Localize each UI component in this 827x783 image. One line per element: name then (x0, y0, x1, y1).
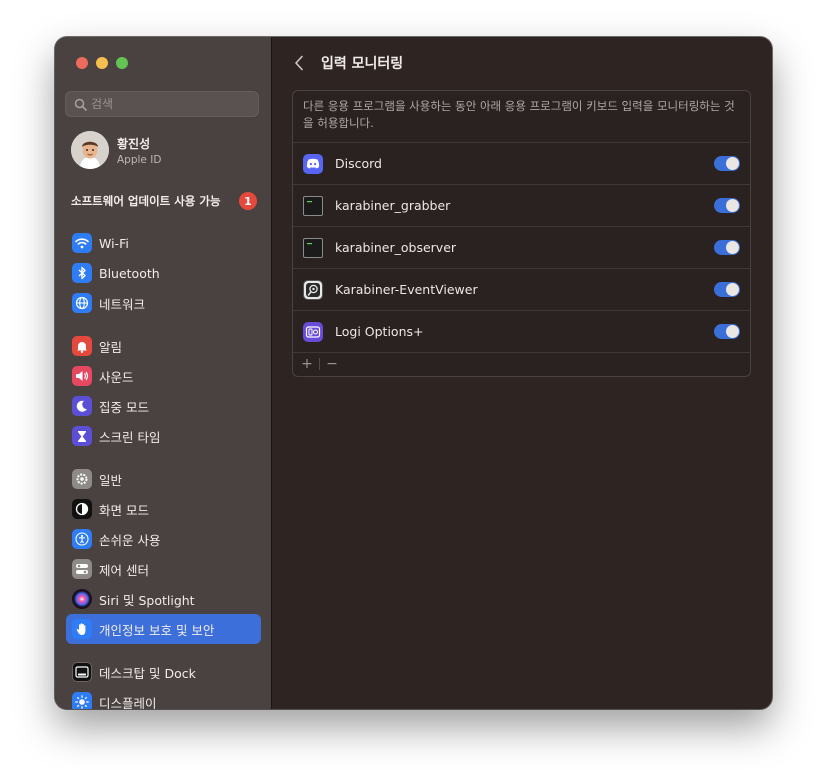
logi-options-toggle[interactable] (714, 324, 740, 339)
minimize-window-button[interactable] (96, 57, 108, 69)
chevron-left-icon (295, 55, 303, 71)
system-settings-window: 황진성 Apple ID 소프트웨어 업데이트 사용 가능 1 Wi-Fi Bl… (55, 37, 772, 709)
sidebar-item-label: 디스플레이 (99, 695, 157, 710)
sidebar-item-focus[interactable]: 집중 모드 (66, 391, 261, 421)
sidebar-item-label: 제어 센터 (99, 562, 149, 578)
update-count-badge: 1 (239, 192, 257, 210)
profile-name: 황진성 (117, 136, 151, 151)
app-name: karabiner_observer (335, 240, 457, 255)
sidebar-item-displays[interactable]: 디스플레이 (66, 687, 261, 709)
search-field[interactable] (65, 91, 259, 117)
back-button[interactable] (289, 53, 309, 73)
apple-id-profile[interactable]: 황진성 Apple ID (71, 131, 161, 169)
sidebar-item-sound[interactable]: 사운드 (66, 361, 261, 391)
sidebar-item-general[interactable]: 일반 (66, 464, 261, 494)
bluetooth-icon (72, 263, 92, 283)
karabiner-eventviewer-icon (303, 279, 323, 300)
page-title: 입력 모니터링 (321, 56, 404, 72)
sidebar-item-label: 손쉬운 사용 (99, 532, 161, 548)
sidebar-item-network[interactable]: 네트워크 (66, 288, 261, 318)
software-update-notice[interactable]: 소프트웨어 업데이트 사용 가능 1 (71, 192, 257, 210)
sidebar-item-bluetooth[interactable]: Bluetooth (66, 258, 261, 288)
app-row-discord: Discord (293, 143, 750, 185)
app-name: Discord (335, 156, 382, 171)
logi-options-icon (303, 321, 323, 342)
sidebar-item-siri-spotlight[interactable]: Siri 및 Spotlight (66, 584, 261, 614)
sidebar-item-notifications[interactable]: 알림 (66, 331, 261, 361)
terminal-icon (303, 237, 323, 258)
footer-divider (319, 358, 320, 370)
zoom-window-button[interactable] (116, 57, 128, 69)
discord-icon (303, 153, 323, 174)
input-monitoring-panel: 다른 응용 프로그램을 사용하는 동안 아래 응용 프로그램이 키보드 입력을 … (292, 90, 751, 377)
sun-icon (72, 692, 92, 709)
sidebar-item-accessibility[interactable]: 손쉬운 사용 (66, 524, 261, 554)
sidebar-item-label: 집중 모드 (99, 399, 149, 415)
sidebar-item-label: Bluetooth (99, 265, 160, 281)
search-input[interactable] (91, 97, 241, 111)
control-center-icon (72, 559, 92, 579)
terminal-icon (303, 195, 323, 216)
dock-icon (72, 662, 92, 682)
appearance-icon (72, 499, 92, 519)
list-footer: + − (293, 353, 750, 375)
speaker-icon (72, 366, 92, 386)
karabiner-grabber-toggle[interactable] (714, 198, 740, 213)
sidebar-item-label: 알림 (99, 339, 123, 355)
sidebar-item-label: 데스크탑 및 Dock (99, 665, 196, 681)
karabiner-observer-toggle[interactable] (714, 240, 740, 255)
sidebar-item-label: 일반 (99, 472, 123, 488)
app-name: karabiner_grabber (335, 198, 451, 213)
window-controls (76, 57, 128, 69)
content-area: 입력 모니터링 다른 응용 프로그램을 사용하는 동안 아래 응용 프로그램이 … (272, 37, 772, 709)
add-app-button[interactable]: + (299, 357, 315, 371)
profile-subtitle: Apple ID (117, 153, 162, 166)
app-row-karabiner-eventviewer: Karabiner-EventViewer (293, 269, 750, 311)
sidebar-item-desktop-dock[interactable]: 데스크탑 및 Dock (66, 657, 261, 687)
globe-icon (72, 293, 92, 313)
sidebar-item-wifi[interactable]: Wi-Fi (66, 228, 261, 258)
panel-description: 다른 응용 프로그램을 사용하는 동안 아래 응용 프로그램이 키보드 입력을 … (293, 91, 750, 143)
gear-icon (72, 469, 92, 489)
sidebar-item-label: 개인정보 보호 및 보안 (99, 622, 215, 638)
accessibility-icon (72, 529, 92, 549)
app-name: Logi Options+ (335, 324, 424, 339)
sidebar-item-label: 사운드 (99, 369, 134, 385)
app-row-karabiner-observer: karabiner_observer (293, 227, 750, 269)
wifi-icon (72, 233, 92, 253)
header: 입력 모니터링 (272, 37, 772, 89)
search-icon (69, 98, 91, 111)
app-row-logi-options: Logi Options+ (293, 311, 750, 353)
sidebar-item-screen-time[interactable]: 스크린 타임 (66, 421, 261, 451)
app-name: Karabiner-EventViewer (335, 282, 478, 297)
remove-app-button[interactable]: − (324, 357, 340, 371)
sidebar-item-label: 네트워크 (99, 296, 146, 312)
siri-icon (72, 589, 92, 609)
sidebar-item-label: Siri 및 Spotlight (99, 592, 195, 608)
discord-toggle[interactable] (714, 156, 740, 171)
sidebar-item-label: 스크린 타임 (99, 429, 161, 445)
bell-icon (72, 336, 92, 356)
sidebar-item-label: 화면 모드 (99, 502, 149, 518)
sidebar: 황진성 Apple ID 소프트웨어 업데이트 사용 가능 1 Wi-Fi Bl… (55, 37, 272, 709)
sidebar-item-label: Wi-Fi (99, 235, 129, 251)
hourglass-icon (72, 426, 92, 446)
sidebar-item-privacy-security[interactable]: 개인정보 보호 및 보안 (66, 614, 261, 644)
sidebar-item-appearance[interactable]: 화면 모드 (66, 494, 261, 524)
moon-icon (72, 396, 92, 416)
software-update-label: 소프트웨어 업데이트 사용 가능 (71, 194, 221, 208)
avatar (71, 131, 109, 169)
sidebar-item-control-center[interactable]: 제어 센터 (66, 554, 261, 584)
karabiner-eventviewer-toggle[interactable] (714, 282, 740, 297)
hand-icon (72, 619, 92, 639)
close-window-button[interactable] (76, 57, 88, 69)
app-row-karabiner-grabber: karabiner_grabber (293, 185, 750, 227)
